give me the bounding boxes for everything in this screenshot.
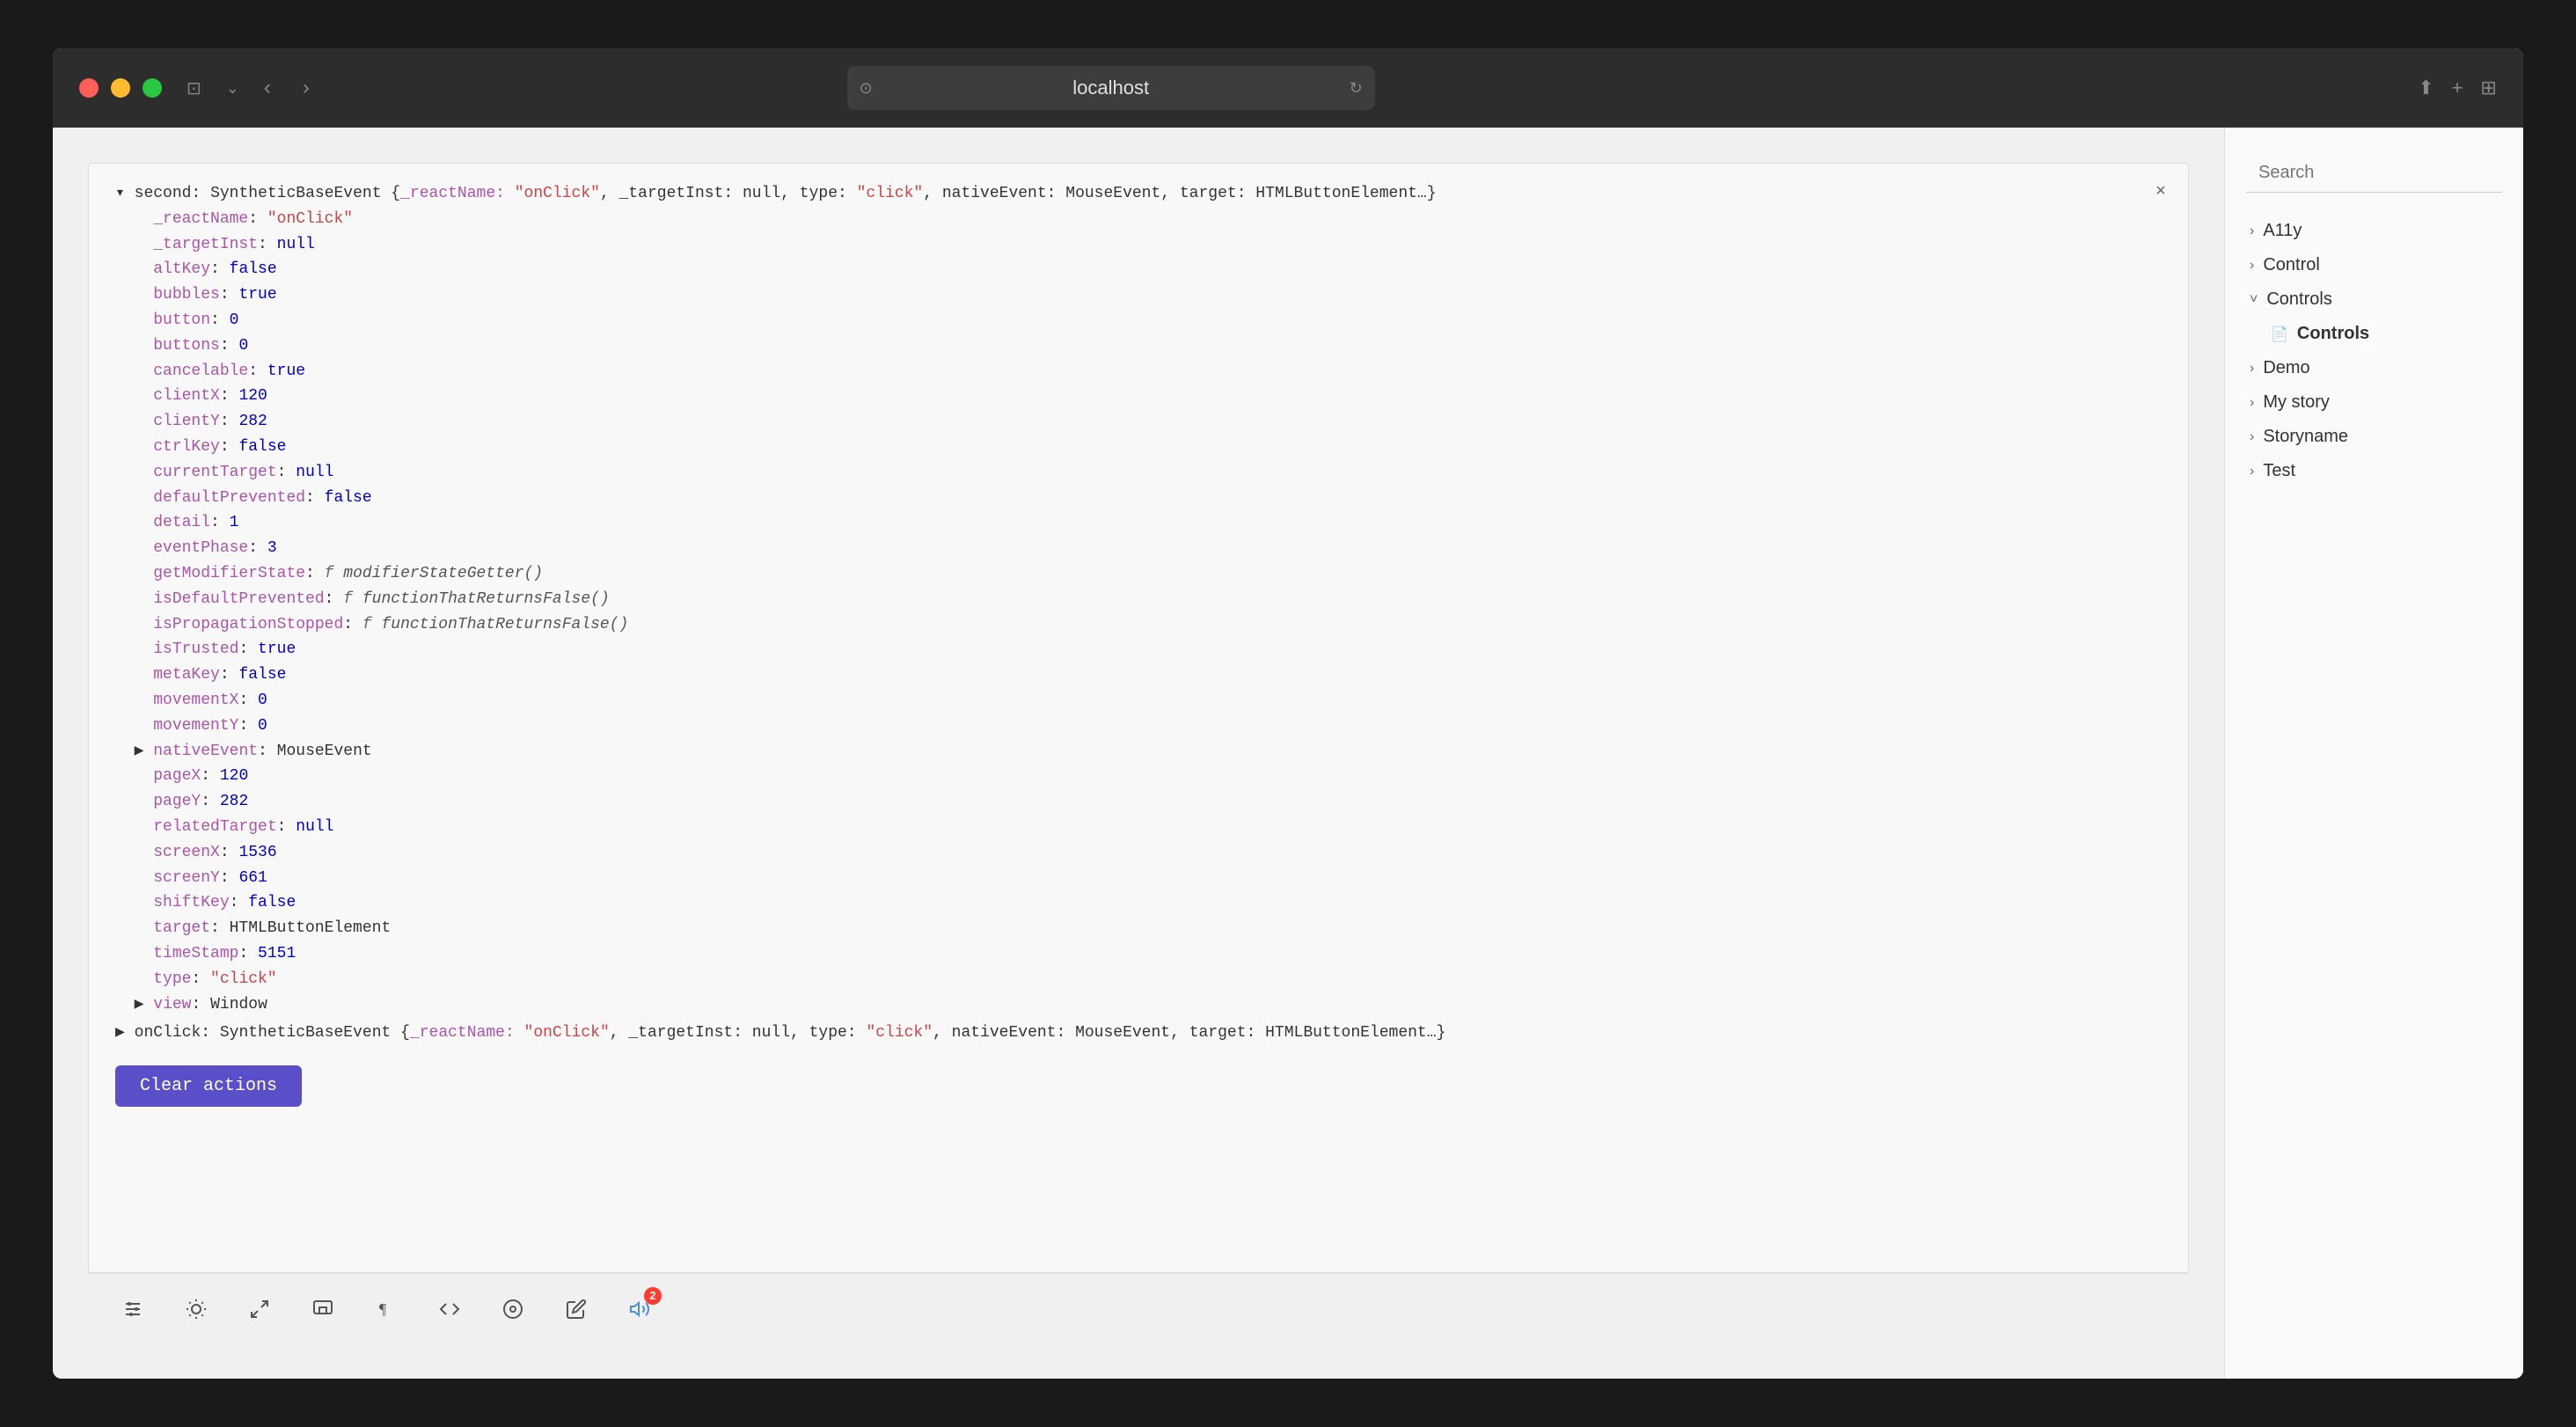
code-line: ctrlKey: false [115,435,2170,460]
footer-line: ▶ onClick: SyntheticBaseEvent {_reactNam… [115,1021,2170,1046]
refresh-icon[interactable]: ↻ [1350,79,1363,98]
sidebar-item-test[interactable]: › Test [2246,454,2502,488]
share-icon[interactable]: ⬆ [2418,77,2433,99]
code-line: screenY: 661 [115,866,2170,891]
code-line: altKey: false [115,257,2170,282]
sidebar-item-a11y-label: A11y [2263,221,2302,241]
sidebar-item-a11y[interactable]: › A11y [2246,214,2502,248]
code-line: isPropagationStopped: f functionThatRetu… [115,612,2170,638]
header-line: ▾ second: SyntheticBaseEvent {_reactName… [115,181,2170,207]
storyname-arrow-icon: › [2250,429,2254,445]
my-story-arrow-icon: › [2250,395,2254,411]
forward-button[interactable]: › [296,72,317,104]
code-line: button: 0 [115,308,2170,333]
sidebar-item-controls-label: Controls [2266,289,2331,310]
code-line: clientY: 282 [115,409,2170,435]
sidebar-item-test-label: Test [2263,461,2295,481]
backgrounds-icon[interactable]: ¶ [368,1291,405,1328]
viewport-icon[interactable] [304,1291,341,1328]
tabs-icon[interactable]: ⊞ [2481,77,2497,99]
code-line: isTrusted: true [115,637,2170,662]
title-bar-right: ⬆ + ⊞ [2418,77,2497,99]
sidebar-item-demo[interactable]: › Demo [2246,351,2502,385]
search-input[interactable] [2246,154,2502,193]
code-line: _targetInst: null [115,232,2170,258]
code-line: pageY: 282 [115,789,2170,815]
traffic-lights [79,78,162,98]
code-line: timeStamp: 5151 [115,941,2170,967]
code-line: target: HTMLButtonElement [115,916,2170,941]
code-line: currentTarget: null [115,460,2170,486]
demo-arrow-icon: › [2250,361,2254,377]
sidebar-item-controls-file[interactable]: 📄 Controls [2246,317,2502,351]
close-button[interactable] [79,78,99,98]
url-text: localhost [1072,77,1149,99]
code-line: eventPhase: 3 [115,536,2170,561]
sidebar-item-control[interactable]: › Control [2246,248,2502,282]
bottom-toolbar: ¶ [88,1273,2189,1343]
maximize-button[interactable] [143,78,162,98]
browser-window: ⊡ ⌄ ‹ › ⊙ localhost ↻ ⬆ + ⊞ × ▾ second: … [53,48,2523,1379]
actions-badge: 2 [644,1287,662,1305]
actions-icon[interactable]: 2 [621,1291,658,1328]
code-line: screenX: 1536 [115,840,2170,866]
main-panel: × ▾ second: SyntheticBaseEvent {_reactNa… [53,128,2224,1379]
shield-icon: ⊙ [860,79,873,98]
code-line: buttons: 0 [115,333,2170,359]
view-arrow[interactable]: ▶ [135,996,144,1014]
code-line: metaKey: false [115,662,2170,688]
controls-arrow-icon: ˅ [2250,292,2258,308]
native-event-line: ▶ nativeEvent: MouseEvent [115,739,2170,765]
code-icon[interactable] [431,1291,468,1328]
view-line: ▶ view: Window [115,992,2170,1018]
code-line: movementY: 0 [115,714,2170,739]
collapse-arrow[interactable]: ▾ [115,185,125,202]
test-arrow-icon: › [2250,464,2254,479]
file-icon: 📄 [2271,326,2288,343]
address-bar: ⊙ localhost ↻ [847,66,1375,110]
light-icon[interactable] [178,1291,215,1328]
sidebar-item-storyname[interactable]: › Storyname [2246,420,2502,454]
sidebar-item-demo-label: Demo [2263,358,2309,378]
sidebar-item-controls-file-label: Controls [2297,324,2369,344]
code-panel: × ▾ second: SyntheticBaseEvent {_reactNa… [88,163,2189,1273]
controls-icon[interactable] [114,1291,151,1328]
sidebar-toggle-button[interactable]: ⊡ [179,74,209,103]
sidebar-item-storyname-label: Storyname [2263,427,2348,447]
back-button[interactable]: ‹ [257,72,278,104]
sidebar-item-my-story[interactable]: › My story [2246,385,2502,420]
code-line: type: "click" [115,967,2170,992]
code-line: relatedTarget: null [115,815,2170,840]
code-line: getModifierState: f modifierStateGetter(… [115,561,2170,587]
code-line: defaultPrevented: false [115,486,2170,511]
clear-actions-container: Clear actions [115,1046,2170,1116]
native-event-arrow[interactable]: ▶ [135,743,144,760]
sidebar-item-control-label: Control [2263,255,2319,275]
control-arrow-icon: › [2250,258,2254,274]
right-sidebar: › A11y › Control ˅ Controls 📄 Controls ›… [2224,128,2523,1379]
accessibility-icon[interactable] [494,1291,531,1328]
sidebar-item-my-story-label: My story [2263,392,2330,413]
browser-content: × ▾ second: SyntheticBaseEvent {_reactNa… [53,128,2523,1379]
svg-text:¶: ¶ [379,1300,386,1318]
minimize-button[interactable] [111,78,130,98]
tool-icon[interactable] [558,1291,595,1328]
title-bar: ⊡ ⌄ ‹ › ⊙ localhost ↻ ⬆ + ⊞ [53,48,2523,128]
code-line: clientX: 120 [115,384,2170,409]
code-line: _reactName: "onClick" [115,207,2170,232]
code-line: pageX: 120 [115,764,2170,789]
code-line: movementX: 0 [115,688,2170,714]
code-line: bubbles: true [115,282,2170,308]
fullscreen-icon[interactable] [241,1291,278,1328]
a11y-arrow-icon: › [2250,223,2254,239]
new-tab-icon[interactable]: + [2452,77,2463,99]
close-panel-button[interactable]: × [2148,178,2174,204]
clear-actions-button[interactable]: Clear actions [115,1065,302,1107]
footer-arrow[interactable]: ▶ [115,1024,125,1042]
sidebar-item-controls[interactable]: ˅ Controls [2246,282,2502,317]
code-line: shiftKey: false [115,890,2170,916]
code-line: isDefaultPrevented: f functionThatReturn… [115,587,2170,612]
code-line: detail: 1 [115,510,2170,536]
code-line: cancelable: true [115,359,2170,384]
